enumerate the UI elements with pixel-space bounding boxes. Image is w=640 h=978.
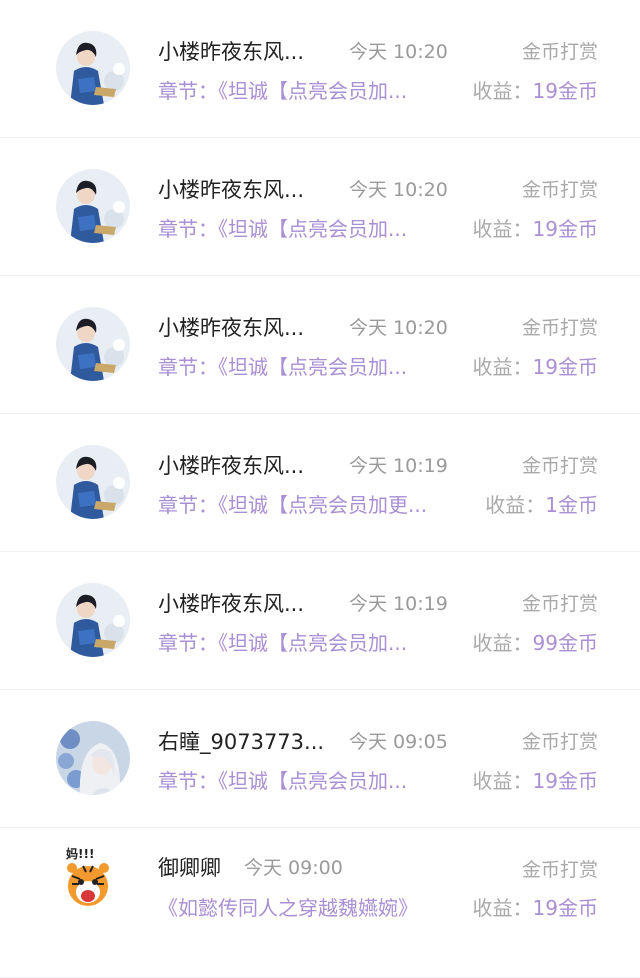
income-value: 19金币 [532, 79, 598, 103]
chapter-link[interactable]: 《如懿传同人之穿越魏嬿婉》 [158, 892, 418, 921]
income: 收益：19金币 [473, 351, 598, 380]
svg-text:妈!!!: 妈!!! [66, 846, 94, 861]
income-label: 收益： [472, 217, 533, 241]
reward-record-list: 小楼昨夜东风... 今天 10:20 金币打赏 章节：《坦诚【点亮会员加... … [0, 0, 640, 978]
reward-type-label: 金币打赏 [521, 859, 598, 881]
chapter-link[interactable]: 章节：《坦诚【点亮会员加... [158, 765, 407, 794]
reward-record-row[interactable]: 小楼昨夜东风... 今天 10:20 金币打赏 章节：《坦诚【点亮会员加... … [0, 138, 640, 276]
income-value: 1金币 [545, 493, 598, 517]
reward-record-row[interactable]: 右瞳_9073773... 今天 09:05 金币打赏 章节：《坦诚【点亮会员加… [0, 690, 640, 828]
chapter-link[interactable]: 章节：《坦诚【点亮会员加... [158, 627, 407, 656]
man-in-blue-robe-avatar[interactable] [56, 307, 130, 381]
income: 收益：19金币 [473, 213, 598, 242]
income-value: 19金币 [532, 217, 598, 241]
chapter-link[interactable]: 章节：《坦诚【点亮会员加更... [158, 489, 427, 518]
income-label: 收益： [485, 493, 546, 517]
income-label: 收益： [472, 631, 533, 655]
reward-record-row[interactable]: 小楼昨夜东风... 今天 10:19 金币打赏 章节：《坦诚【点亮会员加... … [0, 552, 640, 690]
cartoon-tiger-avatar[interactable]: 妈!!! [64, 844, 112, 910]
income: 收益：19金币 [473, 892, 598, 921]
record-time: 今天 10:19 [349, 593, 448, 615]
user-name[interactable]: 小楼昨夜东风... [158, 588, 304, 618]
man-in-blue-robe-avatar[interactable] [56, 169, 130, 243]
income: 收益：1金币 [485, 489, 598, 518]
record-time: 今天 10:20 [349, 317, 448, 339]
record-time: 今天 09:05 [349, 731, 448, 753]
man-in-blue-robe-avatar[interactable] [56, 445, 130, 519]
income: 收益：99金币 [473, 627, 598, 656]
income: 收益：19金币 [473, 75, 598, 104]
man-in-blue-robe-avatar[interactable] [56, 31, 130, 105]
user-name[interactable]: 小楼昨夜东风... [158, 174, 304, 204]
reward-type-label: 金币打赏 [521, 317, 598, 339]
user-name[interactable]: 小楼昨夜东风... [158, 450, 304, 480]
reward-type-label: 金币打赏 [521, 593, 598, 615]
user-name[interactable]: 小楼昨夜东风... [158, 312, 304, 342]
chapter-link[interactable]: 章节：《坦诚【点亮会员加... [158, 213, 407, 242]
income-value: 19金币 [532, 896, 598, 920]
record-time: 今天 10:20 [349, 179, 448, 201]
man-in-blue-robe-avatar[interactable] [56, 583, 130, 657]
income-label: 收益： [472, 79, 533, 103]
income: 收益：19金币 [473, 765, 598, 794]
reward-type-label: 金币打赏 [521, 455, 598, 477]
record-time: 今天 10:19 [349, 455, 448, 477]
user-name[interactable]: 右瞳_9073773... [158, 726, 324, 756]
white-haired-girl-avatar[interactable] [56, 721, 130, 795]
reward-type-label: 金币打赏 [521, 179, 598, 201]
reward-type-label: 金币打赏 [521, 41, 598, 63]
reward-record-row[interactable]: 小楼昨夜东风... 今天 10:20 金币打赏 章节：《坦诚【点亮会员加... … [0, 0, 640, 138]
record-time: 今天 09:00 [244, 857, 343, 879]
income-label: 收益： [472, 769, 533, 793]
reward-record-row[interactable]: 小楼昨夜东风... 今天 10:20 金币打赏 章节：《坦诚【点亮会员加... … [0, 276, 640, 414]
user-name[interactable]: 小楼昨夜东风... [158, 36, 304, 66]
reward-record-row[interactable]: 小楼昨夜东风... 今天 10:19 金币打赏 章节：《坦诚【点亮会员加更...… [0, 414, 640, 552]
chapter-link[interactable]: 章节：《坦诚【点亮会员加... [158, 75, 407, 104]
income-value: 19金币 [532, 769, 598, 793]
reward-record-row[interactable]: 妈!!! 御卿卿 今天 09:00 金币打赏 《如懿传同人之穿越魏嬿婉》 收益：… [0, 828, 640, 978]
record-time: 今天 10:20 [349, 41, 448, 63]
reward-type-label: 金币打赏 [521, 731, 598, 753]
income-label: 收益： [472, 896, 533, 920]
chapter-link[interactable]: 章节：《坦诚【点亮会员加... [158, 351, 407, 380]
income-value: 19金币 [532, 355, 598, 379]
income-label: 收益： [472, 355, 533, 379]
user-name[interactable]: 御卿卿 [158, 852, 221, 882]
income-value: 99金币 [532, 631, 598, 655]
